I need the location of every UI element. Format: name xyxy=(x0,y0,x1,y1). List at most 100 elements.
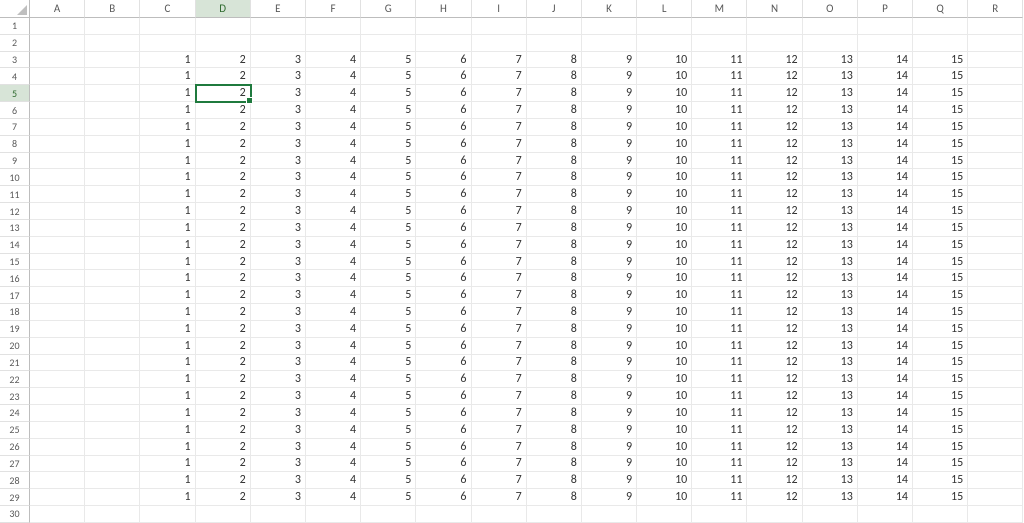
cell-E15[interactable]: 3 xyxy=(251,254,306,271)
cell-B10[interactable] xyxy=(85,169,140,186)
cell-C29[interactable]: 1 xyxy=(140,489,195,506)
cell-A24[interactable] xyxy=(30,405,85,422)
cell-C17[interactable]: 1 xyxy=(140,287,195,304)
cell-P19[interactable]: 14 xyxy=(858,321,913,338)
cell-D5[interactable]: 2 xyxy=(196,85,251,102)
cell-I20[interactable]: 7 xyxy=(472,338,527,355)
column-header-J[interactable]: J xyxy=(527,0,582,18)
cell-A19[interactable] xyxy=(30,321,85,338)
cell-N7[interactable]: 12 xyxy=(747,119,802,136)
cell-E7[interactable]: 3 xyxy=(251,119,306,136)
cell-C28[interactable]: 1 xyxy=(140,472,195,489)
cell-B9[interactable] xyxy=(85,153,140,170)
cell-K11[interactable]: 9 xyxy=(582,186,637,203)
cell-C13[interactable]: 1 xyxy=(140,220,195,237)
cell-F9[interactable]: 4 xyxy=(306,153,361,170)
cell-J26[interactable]: 8 xyxy=(527,439,582,456)
cell-M18[interactable]: 11 xyxy=(692,304,747,321)
cell-D14[interactable]: 2 xyxy=(196,237,251,254)
cell-R29[interactable] xyxy=(968,489,1023,506)
cell-B27[interactable] xyxy=(85,456,140,473)
cell-M27[interactable]: 11 xyxy=(692,456,747,473)
cell-K23[interactable]: 9 xyxy=(582,388,637,405)
cell-E8[interactable]: 3 xyxy=(251,136,306,153)
cell-J3[interactable]: 8 xyxy=(527,52,582,69)
cell-K29[interactable]: 9 xyxy=(582,489,637,506)
cell-F20[interactable]: 4 xyxy=(306,338,361,355)
cell-A3[interactable] xyxy=(30,52,85,69)
cell-Q7[interactable]: 15 xyxy=(913,119,968,136)
cell-K1[interactable] xyxy=(582,18,637,35)
cell-F23[interactable]: 4 xyxy=(306,388,361,405)
cell-K15[interactable]: 9 xyxy=(582,254,637,271)
cell-L27[interactable]: 10 xyxy=(637,456,692,473)
cell-M24[interactable]: 11 xyxy=(692,405,747,422)
cell-P25[interactable]: 14 xyxy=(858,422,913,439)
cell-O16[interactable]: 13 xyxy=(803,270,858,287)
cell-C3[interactable]: 1 xyxy=(140,52,195,69)
cell-B1[interactable] xyxy=(85,18,140,35)
cell-O8[interactable]: 13 xyxy=(803,136,858,153)
cell-D1[interactable] xyxy=(196,18,251,35)
cell-N28[interactable]: 12 xyxy=(747,472,802,489)
row-header-4[interactable]: 4 xyxy=(0,68,30,85)
cell-D19[interactable]: 2 xyxy=(196,321,251,338)
cell-A6[interactable] xyxy=(30,102,85,119)
cell-A10[interactable] xyxy=(30,169,85,186)
cell-P13[interactable]: 14 xyxy=(858,220,913,237)
cell-O9[interactable]: 13 xyxy=(803,153,858,170)
cell-K8[interactable]: 9 xyxy=(582,136,637,153)
cell-H2[interactable] xyxy=(416,35,471,52)
cell-B26[interactable] xyxy=(85,439,140,456)
cell-I30[interactable] xyxy=(472,506,527,523)
cell-G18[interactable]: 5 xyxy=(361,304,416,321)
row-header-13[interactable]: 13 xyxy=(0,220,30,237)
cell-O1[interactable] xyxy=(803,18,858,35)
cell-F4[interactable]: 4 xyxy=(306,68,361,85)
cell-C26[interactable]: 1 xyxy=(140,439,195,456)
cell-P24[interactable]: 14 xyxy=(858,405,913,422)
cell-O26[interactable]: 13 xyxy=(803,439,858,456)
cell-L12[interactable]: 10 xyxy=(637,203,692,220)
cell-K27[interactable]: 9 xyxy=(582,456,637,473)
cell-H10[interactable]: 6 xyxy=(416,169,471,186)
cell-J14[interactable]: 8 xyxy=(527,237,582,254)
cell-I26[interactable]: 7 xyxy=(472,439,527,456)
row-header-17[interactable]: 17 xyxy=(0,287,30,304)
cell-M15[interactable]: 11 xyxy=(692,254,747,271)
cell-A1[interactable] xyxy=(30,18,85,35)
cell-G9[interactable]: 5 xyxy=(361,153,416,170)
cell-Q10[interactable]: 15 xyxy=(913,169,968,186)
cell-R19[interactable] xyxy=(968,321,1023,338)
cell-C22[interactable]: 1 xyxy=(140,371,195,388)
cell-M20[interactable]: 11 xyxy=(692,338,747,355)
cell-C18[interactable]: 1 xyxy=(140,304,195,321)
cell-O28[interactable]: 13 xyxy=(803,472,858,489)
cell-P14[interactable]: 14 xyxy=(858,237,913,254)
cell-H25[interactable]: 6 xyxy=(416,422,471,439)
row-header-16[interactable]: 16 xyxy=(0,270,30,287)
cell-J4[interactable]: 8 xyxy=(527,68,582,85)
cell-R22[interactable] xyxy=(968,371,1023,388)
cell-M28[interactable]: 11 xyxy=(692,472,747,489)
cell-J11[interactable]: 8 xyxy=(527,186,582,203)
cell-H6[interactable]: 6 xyxy=(416,102,471,119)
cell-I24[interactable]: 7 xyxy=(472,405,527,422)
cell-R13[interactable] xyxy=(968,220,1023,237)
cell-F22[interactable]: 4 xyxy=(306,371,361,388)
cell-E25[interactable]: 3 xyxy=(251,422,306,439)
cell-Q20[interactable]: 15 xyxy=(913,338,968,355)
cell-D3[interactable]: 2 xyxy=(196,52,251,69)
cell-H1[interactable] xyxy=(416,18,471,35)
cell-Q17[interactable]: 15 xyxy=(913,287,968,304)
cell-I21[interactable]: 7 xyxy=(472,355,527,372)
cell-N13[interactable]: 12 xyxy=(747,220,802,237)
cell-F28[interactable]: 4 xyxy=(306,472,361,489)
cell-L16[interactable]: 10 xyxy=(637,270,692,287)
cell-R16[interactable] xyxy=(968,270,1023,287)
cell-C9[interactable]: 1 xyxy=(140,153,195,170)
cell-L8[interactable]: 10 xyxy=(637,136,692,153)
cell-M6[interactable]: 11 xyxy=(692,102,747,119)
cell-E26[interactable]: 3 xyxy=(251,439,306,456)
cell-F2[interactable] xyxy=(306,35,361,52)
